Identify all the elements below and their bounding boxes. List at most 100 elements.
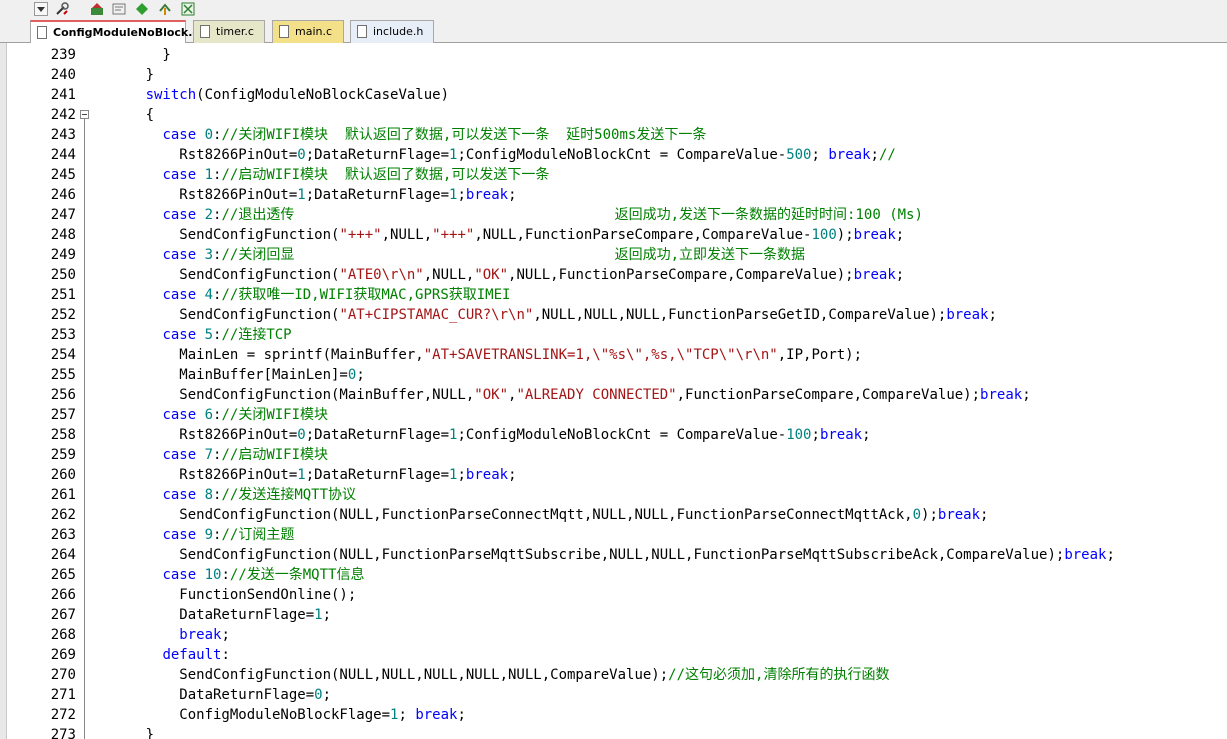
fold-collapse-icon[interactable]	[80, 110, 89, 119]
code-line[interactable]: 253 case 5://连接TCP	[0, 325, 1227, 345]
tab-label: main.c	[295, 25, 333, 38]
code-line[interactable]: 248 SendConfigFunction("+++",NULL,"+++",…	[0, 225, 1227, 245]
code-line[interactable]: 246 Rst8266PinOut=1;DataReturnFlage=1;br…	[0, 185, 1227, 205]
comment-token: //关闭回显 返回成功,立即发送下一条数据	[221, 247, 806, 263]
code-line[interactable]: 243 case 0://关闭WIFI模块 默认返回了数据,可以发送下一条 延时…	[0, 125, 1227, 145]
code-line[interactable]: 272 ConfigModuleNoBlockFlage=1; break;	[0, 705, 1227, 725]
keyword-token: case	[162, 287, 197, 303]
keyword-token: break	[828, 147, 871, 163]
code-line[interactable]: 267 DataReturnFlage=1;	[0, 605, 1227, 625]
code-token: DataReturnFlage=	[95, 607, 315, 623]
tab-include-h[interactable]: include.h	[350, 20, 434, 43]
code-line[interactable]: 252 SendConfigFunction("AT+CIPSTAMAC_CUR…	[0, 305, 1227, 325]
load-icon[interactable]	[90, 1, 104, 15]
translate-icon[interactable]	[112, 1, 126, 15]
keyword-token: break	[980, 387, 1023, 403]
code-line[interactable]: 270 SendConfigFunction(NULL,NULL,NULL,NU…	[0, 665, 1227, 685]
keyword-token: case	[162, 487, 197, 503]
code-text: SendConfigFunction(NULL,NULL,NULL,NULL,N…	[95, 665, 889, 685]
code-token: ,NULL,FunctionParseCompare,CompareValue-	[474, 227, 812, 243]
code-line[interactable]: 245 case 1://启动WIFI模块 默认返回了数据,可以发送下一条	[0, 165, 1227, 185]
code-token: ;ConfigModuleNoBlockCnt = CompareValue-	[457, 427, 787, 443]
line-number: 244	[50, 147, 76, 163]
keyword-token: break	[465, 187, 509, 203]
code-line[interactable]: 249 case 3://关闭回显 返回成功,立即发送下一条数据	[0, 245, 1227, 265]
code-line[interactable]: 265 case 10://发送一条MQTT信息	[0, 565, 1227, 585]
tab-bar: ConfigModuleNoBlock.c timer.c main.c inc…	[0, 17, 1227, 43]
code-token: ;DataReturnFlage=	[305, 187, 450, 203]
code-line[interactable]: 266 FunctionSendOnline();	[0, 585, 1227, 605]
tab-timer-c[interactable]: timer.c	[193, 20, 265, 43]
string-token: "OK"	[474, 267, 509, 283]
code-token: );	[836, 227, 854, 243]
code-line[interactable]: 273 }	[0, 725, 1227, 739]
code-line[interactable]: 256 SendConfigFunction(MainBuffer,NULL,"…	[0, 385, 1227, 405]
code-line[interactable]: 259 case 7://启动WIFI模块	[0, 445, 1227, 465]
line-number: 254	[50, 347, 76, 363]
code-line[interactable]: 257 case 6://关闭WIFI模块	[0, 405, 1227, 425]
code-token: SendConfigFunction(NULL,NULL,NULL,NULL,N…	[95, 667, 669, 683]
tools-icon[interactable]	[55, 1, 69, 15]
code-line[interactable]: 240 }	[0, 65, 1227, 85]
line-number: 250	[50, 267, 76, 283]
code-token: ;	[457, 707, 466, 723]
number-token: 2	[204, 207, 214, 223]
code-token: ;DataReturnFlage=	[305, 147, 450, 163]
code-line[interactable]: 241 switch(ConfigModuleNoBlockCaseValue)	[0, 85, 1227, 105]
code-text: ConfigModuleNoBlockFlage=1; break;	[95, 705, 466, 725]
code-line[interactable]: 244 Rst8266PinOut=0;DataReturnFlage=1;Co…	[0, 145, 1227, 165]
code-line[interactable]: 239 }	[0, 45, 1227, 65]
build-icon[interactable]	[181, 1, 195, 16]
code-line[interactable]: 260 Rst8266PinOut=1;DataReturnFlage=1;br…	[0, 465, 1227, 485]
code-line[interactable]: 250 SendConfigFunction("ATE0\r\n",NULL,"…	[0, 265, 1227, 285]
code-line[interactable]: 262 SendConfigFunction(NULL,FunctionPars…	[0, 505, 1227, 525]
code-text: case 0://关闭WIFI模块 默认返回了数据,可以发送下一条 延时500m…	[95, 125, 706, 145]
code-text: case 7://启动WIFI模块	[95, 445, 328, 465]
keyword-token: break	[853, 267, 896, 283]
line-number: 265	[50, 567, 76, 583]
code-token: ;ConfigModuleNoBlockCnt = CompareValue-	[457, 147, 787, 163]
number-token: 100	[786, 427, 812, 443]
code-token: ;	[508, 187, 517, 203]
code-text: case 10://发送一条MQTT信息	[95, 565, 364, 585]
code-text: SendConfigFunction(NULL,FunctionParseMqt…	[95, 545, 1115, 565]
keyword-token: break	[179, 627, 222, 643]
code-token: :	[221, 567, 230, 583]
code-line[interactable]: 263 case 9://订阅主题	[0, 525, 1227, 545]
tab-label: include.h	[373, 25, 424, 38]
code-line[interactable]: 269 default:	[0, 645, 1227, 665]
download-icon[interactable]	[135, 1, 149, 15]
keyword-token: case	[162, 167, 197, 183]
code-line[interactable]: 268 break;	[0, 625, 1227, 645]
code-text: }	[95, 725, 154, 739]
comment-token: //订阅主题	[221, 527, 295, 543]
file-icon	[279, 25, 289, 38]
code-line[interactable]: 255 MainBuffer[MainLen]=0;	[0, 365, 1227, 385]
string-token: "ALREADY CONNECTED"	[516, 387, 677, 403]
code-line[interactable]: 247 case 2://退出透传 返回成功,发送下一条数据的延时时间:100 …	[0, 205, 1227, 225]
keyword-token: switch	[145, 87, 197, 103]
code-token: ;	[811, 427, 820, 443]
code-token: {	[95, 107, 155, 123]
code-line[interactable]: 251 case 4://获取唯一ID,WIFI获取MAC,GPRS获取IMEI	[0, 285, 1227, 305]
code-line[interactable]: 261 case 8://发送连接MQTT协议	[0, 485, 1227, 505]
code-editor[interactable]: 239 } 240 } 241 switch(ConfigModuleNoBlock…	[0, 43, 1227, 739]
code-token: ;	[221, 627, 230, 643]
keyword-token: break	[946, 307, 989, 323]
debug-icon[interactable]	[158, 1, 172, 15]
tab-configmodulenoblock-c[interactable]: ConfigModuleNoBlock.c	[30, 20, 199, 43]
tab-main-c[interactable]: main.c	[272, 20, 344, 43]
line-number: 260	[50, 467, 76, 483]
code-line[interactable]: 254 MainLen = sprintf(MainBuffer,"AT+SAV…	[0, 345, 1227, 365]
code-line[interactable]: 271 DataReturnFlage=0;	[0, 685, 1227, 705]
code-line[interactable]: 264 SendConfigFunction(NULL,FunctionPars…	[0, 545, 1227, 565]
code-line[interactable]: 258 Rst8266PinOut=0;DataReturnFlage=1;Co…	[0, 425, 1227, 445]
code-line[interactable]: 242 {	[0, 105, 1227, 125]
dropdown-arrow-icon[interactable]	[34, 1, 48, 16]
